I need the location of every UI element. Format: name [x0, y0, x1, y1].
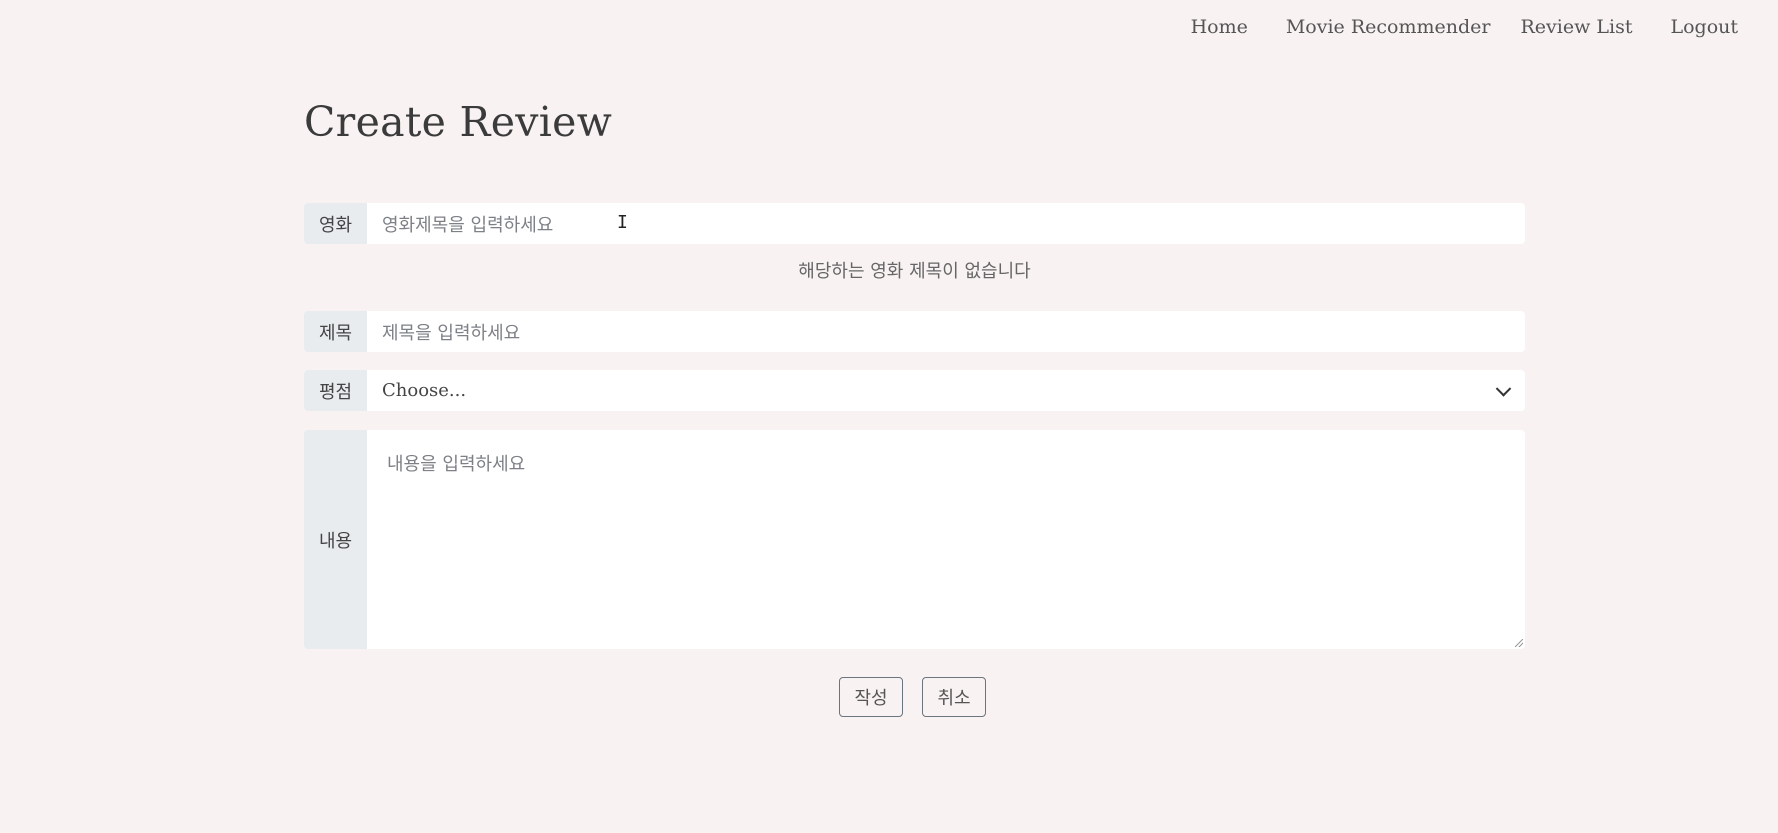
movie-input-placeholder: 영화제목을 입력하세요 [382, 214, 554, 236]
form-actions: 작성 취소 [839, 677, 986, 717]
nav-home-link[interactable]: Home [1191, 14, 1248, 40]
title-label: 제목 [304, 311, 367, 352]
title-input[interactable]: 제목을 입력하세요 [367, 311, 1525, 352]
top-nav: Home Movie Recommender Review List Logou… [1191, 14, 1738, 40]
page-title: Create Review [304, 98, 613, 146]
cancel-button[interactable]: 취소 [922, 677, 986, 717]
movie-label: 영화 [304, 203, 367, 244]
nav-logout-link[interactable]: Logout [1670, 14, 1738, 40]
content-textarea[interactable]: 내용을 입력하세요 [367, 430, 1525, 649]
content-label: 내용 [304, 430, 367, 649]
submit-button[interactable]: 작성 [839, 677, 903, 717]
movie-input[interactable]: 영화제목을 입력하세요 I [367, 203, 1525, 244]
movie-input-group: 영화 영화제목을 입력하세요 I [304, 203, 1525, 244]
movie-not-found-message: 해당하는 영화 제목이 없습니다 [798, 261, 1031, 282]
chevron-down-icon [1495, 380, 1512, 397]
content-textarea-placeholder: 내용을 입력하세요 [387, 454, 526, 475]
nav-review-list-link[interactable]: Review List [1520, 14, 1632, 40]
rating-selected-value: Choose... [382, 380, 467, 401]
rating-label: 평점 [304, 370, 367, 411]
resize-handle-icon[interactable] [1515, 639, 1523, 647]
rating-select-group: 평점 Choose... [304, 370, 1525, 411]
nav-movie-recommender-link[interactable]: Movie Recommender [1286, 14, 1491, 40]
title-input-placeholder: 제목을 입력하세요 [382, 322, 521, 344]
rating-select[interactable]: Choose... [367, 370, 1525, 411]
text-cursor-icon: I [617, 212, 628, 233]
title-input-group: 제목 제목을 입력하세요 [304, 311, 1525, 352]
content-textarea-group: 내용 내용을 입력하세요 [304, 430, 1525, 649]
